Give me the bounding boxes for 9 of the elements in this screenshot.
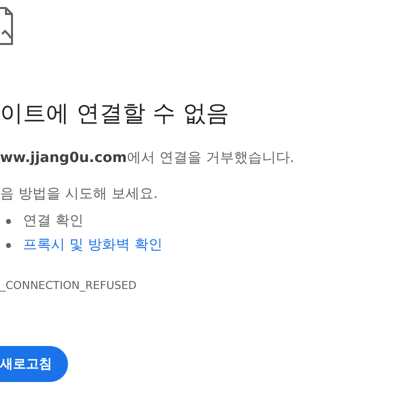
error-code: _CONNECTION_REFUSED <box>0 279 138 292</box>
error-message: ww.jjang0u.com에서 연결을 거부했습니다. <box>0 149 296 167</box>
bullet-icon <box>6 218 11 224</box>
bullet-icon <box>6 242 11 248</box>
suggestions-intro: 음 방법을 시도해 보세요. <box>0 185 159 203</box>
suggestion-text: 연결 확인 <box>23 212 84 230</box>
reload-button[interactable]: 새로고침 <box>0 346 68 382</box>
error-heading: 이트에 연결할 수 없음 <box>0 100 230 129</box>
suggestion-link[interactable]: 프록시 및 방화벽 확인 <box>23 236 162 254</box>
